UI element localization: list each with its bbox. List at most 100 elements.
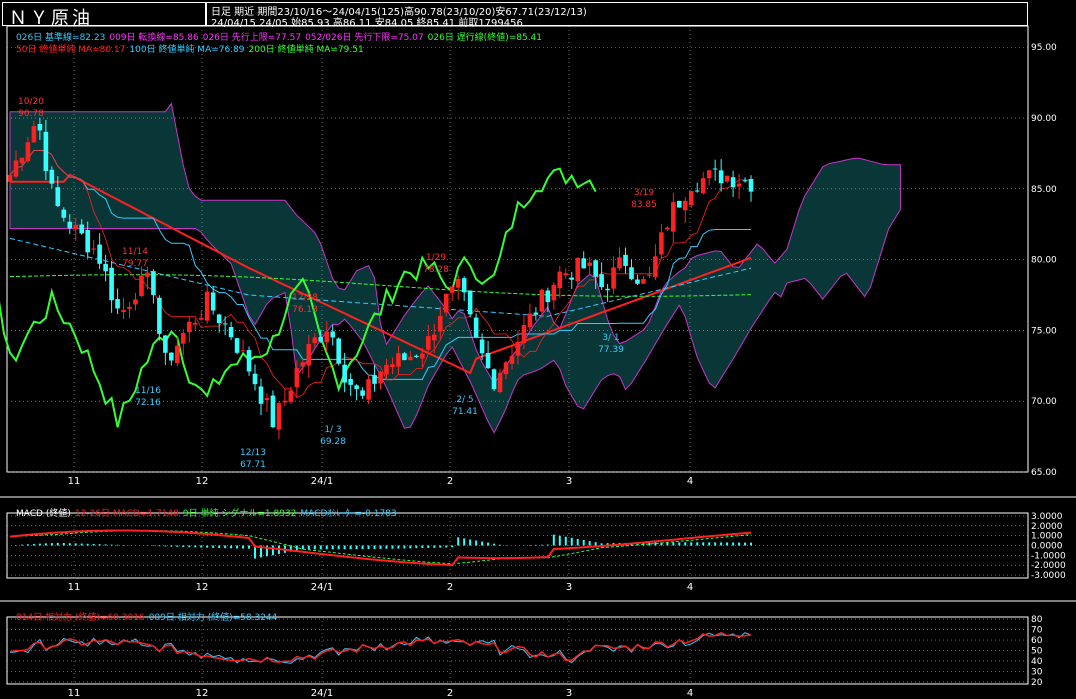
candle-body	[653, 256, 658, 277]
annotation-date-9: 3/ 1	[602, 333, 619, 343]
annotation-value-8: 83.85	[631, 200, 657, 210]
candle-body	[258, 386, 264, 404]
candle-body	[569, 277, 575, 280]
legend-ma: 50日 終値単純 MA=80.17 100日 終値単純 MA=76.89 200日 …	[16, 42, 368, 55]
legend-row2-0: 50日 終値単純 MA=80.17	[16, 45, 126, 55]
candle-body	[348, 378, 353, 385]
y-tick-0-1: 90.00	[1031, 114, 1057, 124]
x-tick-2-3: 2	[447, 688, 453, 699]
legend-macd-2: 9日 単純 シグナル=1.8932	[182, 509, 297, 519]
candle-body	[115, 299, 120, 309]
candle-body	[330, 331, 336, 338]
candle-body	[97, 244, 102, 264]
y-tick-2-5: 30	[1031, 667, 1043, 677]
candle-body	[527, 313, 533, 328]
annotation-value-1: 79.77	[122, 259, 148, 269]
y-tick-2-2: 60	[1031, 636, 1043, 646]
candle-body	[623, 254, 628, 266]
candle-body	[641, 279, 646, 284]
candle-body	[431, 334, 437, 341]
y-tick-0-3: 80.00	[1031, 256, 1057, 266]
y-tick-1-1: 2.0000	[1031, 522, 1063, 532]
candle-body	[479, 339, 485, 354]
x-tick-0-0: 11	[68, 476, 81, 487]
candle-body	[19, 157, 25, 164]
x-tick-2-5: 4	[687, 688, 693, 699]
candle-body	[503, 362, 509, 375]
candle-body	[312, 337, 318, 344]
candle-body	[103, 263, 108, 272]
candle-body	[79, 224, 85, 234]
annotation-date-8: 3/19	[634, 188, 654, 198]
annotation-date-2: 11/16	[135, 386, 161, 396]
annotation-value-2: 72.16	[135, 398, 161, 408]
candle-body	[724, 175, 730, 182]
annotation-value-0: 90.78	[18, 109, 44, 119]
chart-canvas: 95.00 90.00 85.00 80.00 75.00 70.00 65.00 11 12 2…	[0, 25, 1076, 699]
candle-body	[599, 274, 604, 288]
x-tick-2-2: 24/1	[311, 688, 333, 699]
candle-body	[216, 314, 222, 324]
x-tick-0-1: 12	[196, 476, 209, 487]
annotation-date-7: 2/ 5	[456, 395, 473, 405]
candle-body	[611, 267, 616, 289]
candle-body	[270, 395, 276, 428]
y-tick-1-3: 0.0000	[1031, 542, 1063, 552]
candle-body	[730, 177, 736, 188]
candle-body	[563, 273, 569, 276]
candle-body	[420, 353, 425, 359]
candle-body	[55, 187, 61, 206]
candle-body	[629, 267, 634, 280]
y-tick-2-0: 80	[1031, 615, 1043, 625]
y-tick-0-0: 95.00	[1031, 43, 1057, 53]
candle-body	[121, 310, 126, 313]
candle-body	[276, 403, 282, 430]
candle-body	[390, 364, 395, 368]
candle-body	[718, 170, 724, 184]
candle-body	[557, 271, 563, 289]
candle-body	[7, 174, 13, 182]
candle-body	[61, 209, 67, 218]
legend-row2-1: 100日 終値単純 MA=76.89	[129, 45, 245, 55]
legend-rsi-0: 014日 相対力 (終値)=60.3016	[16, 613, 145, 623]
candle-body	[455, 278, 461, 288]
candle-body	[605, 288, 610, 291]
y-tick-1-4: -1.0000	[1031, 551, 1066, 561]
candle-body	[617, 257, 622, 269]
candle-body	[587, 262, 592, 266]
candle-body	[73, 224, 79, 230]
candle-body	[473, 317, 479, 338]
candle-body	[706, 170, 712, 179]
legend-rsi-1: 009日 相対力 (終値)=58.3244	[148, 613, 278, 623]
y-tick-0-6: 65.00	[1031, 468, 1057, 478]
x-tick-0-5: 4	[687, 476, 693, 487]
y-tick-0-4: 75.00	[1031, 326, 1057, 336]
x-tick-1-1: 12	[196, 582, 209, 593]
x-tick-1-0: 11	[68, 582, 81, 593]
candle-body	[426, 336, 431, 350]
candle-body	[222, 323, 228, 325]
annotation-date-1: 11/14	[122, 247, 148, 257]
candle-body	[210, 292, 216, 311]
candle-body	[240, 350, 246, 352]
y-tick-1-6: -3.0000	[1031, 571, 1066, 581]
legend-row1-4: 026日 遅行線(終値)=85.41	[427, 33, 543, 43]
x-tick-1-2: 24/1	[311, 582, 333, 593]
candle-body	[736, 183, 742, 187]
candle-body	[396, 353, 401, 367]
candle-body	[139, 275, 144, 297]
candle-body	[742, 180, 748, 182]
x-tick-1-5: 4	[687, 582, 693, 593]
candle-body	[186, 321, 192, 333]
candle-body	[461, 278, 467, 293]
candle-body	[354, 385, 359, 390]
candle-body	[688, 191, 694, 205]
candle-body	[91, 248, 96, 250]
candle-body	[288, 390, 294, 402]
candle-body	[306, 344, 312, 366]
candle-body	[366, 379, 371, 400]
annotation-value-7: 71.41	[452, 407, 478, 417]
y-tick-2-6: 20	[1031, 678, 1043, 688]
y-tick-0-5: 70.00	[1031, 397, 1057, 407]
candle-body	[175, 345, 180, 364]
